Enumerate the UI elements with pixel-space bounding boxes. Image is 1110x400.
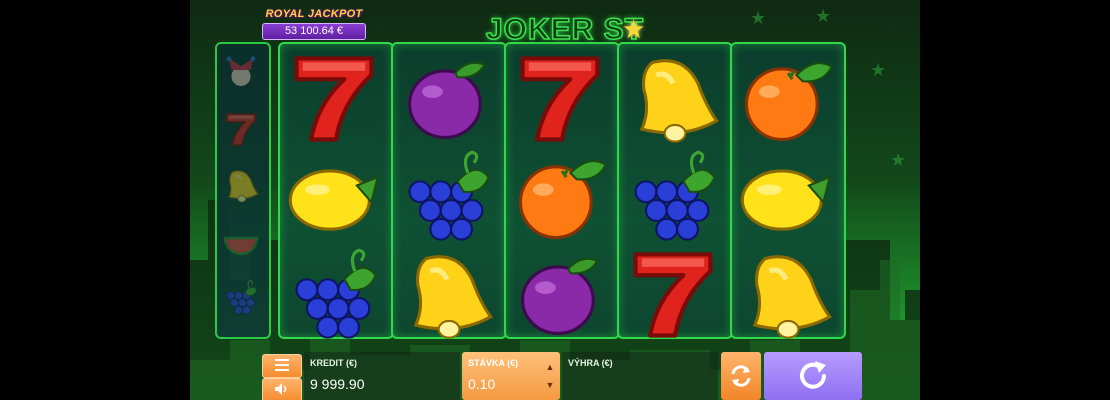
credit-label: KREDIT (€): [310, 358, 357, 368]
symbol-bell-icon: [395, 244, 499, 340]
game-stage: ★ ★ ★ ★ ROYAL JACKPOT 53 100.64 € JOKER …: [190, 0, 920, 400]
symbol-seven-icon: [621, 244, 725, 340]
autoplay-arrows-icon: [731, 365, 751, 387]
sound-button[interactable]: [262, 378, 302, 400]
symbol-lemon-icon: [734, 146, 838, 242]
win-label: VÝHRA (€): [568, 358, 613, 368]
symbol-seven-icon: [282, 48, 386, 144]
symbol-grapes-icon: [621, 146, 725, 242]
royal-jackpot-display: ROYAL JACKPOT 53 100.64 €: [262, 7, 366, 40]
symbol-grapes-icon: [282, 244, 386, 340]
symbol-bell-icon: [621, 48, 725, 144]
autoplay-button[interactable]: [721, 352, 761, 400]
credit-panel: KREDIT (€) 9 999.90: [304, 352, 460, 400]
win-panel: VÝHRA (€): [562, 352, 718, 400]
symbol-plum-icon: [395, 48, 499, 144]
menu-button[interactable]: [262, 354, 302, 378]
jackpot-value: 53 100.64 €: [262, 23, 366, 40]
preview-symbol-seven-icon: [221, 110, 261, 150]
preview-symbol-grapes-icon: [221, 278, 261, 318]
stake-value: 0.10: [468, 376, 496, 392]
spin-arrow-icon: [800, 361, 826, 389]
symbol-lemon-icon: [282, 146, 386, 242]
stake-increase-icon[interactable]: ▲: [545, 362, 555, 372]
preview-symbol-watermelon-icon: [221, 222, 261, 262]
background-star-icon: ★: [750, 8, 767, 28]
preview-symbol-joker-icon: [221, 54, 261, 94]
credit-value: 9 999.90: [310, 376, 365, 392]
jackpot-title: ROYAL JACKPOT: [265, 8, 363, 20]
symbol-orange-icon: [734, 48, 838, 144]
symbol-seven-icon: [508, 48, 612, 144]
symbol-plum-icon: [508, 244, 612, 340]
logo-star-icon: ★: [622, 14, 646, 44]
stake-panel: STÁVKA (€) 0.10 ▲ ▼: [462, 352, 560, 400]
symbol-bell-icon: [734, 244, 838, 340]
preview-symbol-bell-icon: [221, 166, 261, 206]
stake-decrease-icon[interactable]: ▼: [545, 380, 555, 390]
background-star-icon: ★: [815, 6, 832, 26]
control-bar: KREDIT (€) 9 999.90 STÁVKA (€) 0.10 ▲ ▼ …: [190, 352, 920, 400]
spin-button[interactable]: [764, 352, 862, 400]
background-star-icon: ★: [870, 60, 887, 80]
stake-label: STÁVKA (€): [468, 358, 519, 368]
symbol-grapes-icon: [395, 146, 499, 242]
symbol-orange-icon: [508, 146, 612, 242]
background-star-icon: ★: [890, 150, 907, 170]
hamburger-menu-icon: [275, 359, 289, 371]
speaker-icon: [275, 383, 287, 395]
